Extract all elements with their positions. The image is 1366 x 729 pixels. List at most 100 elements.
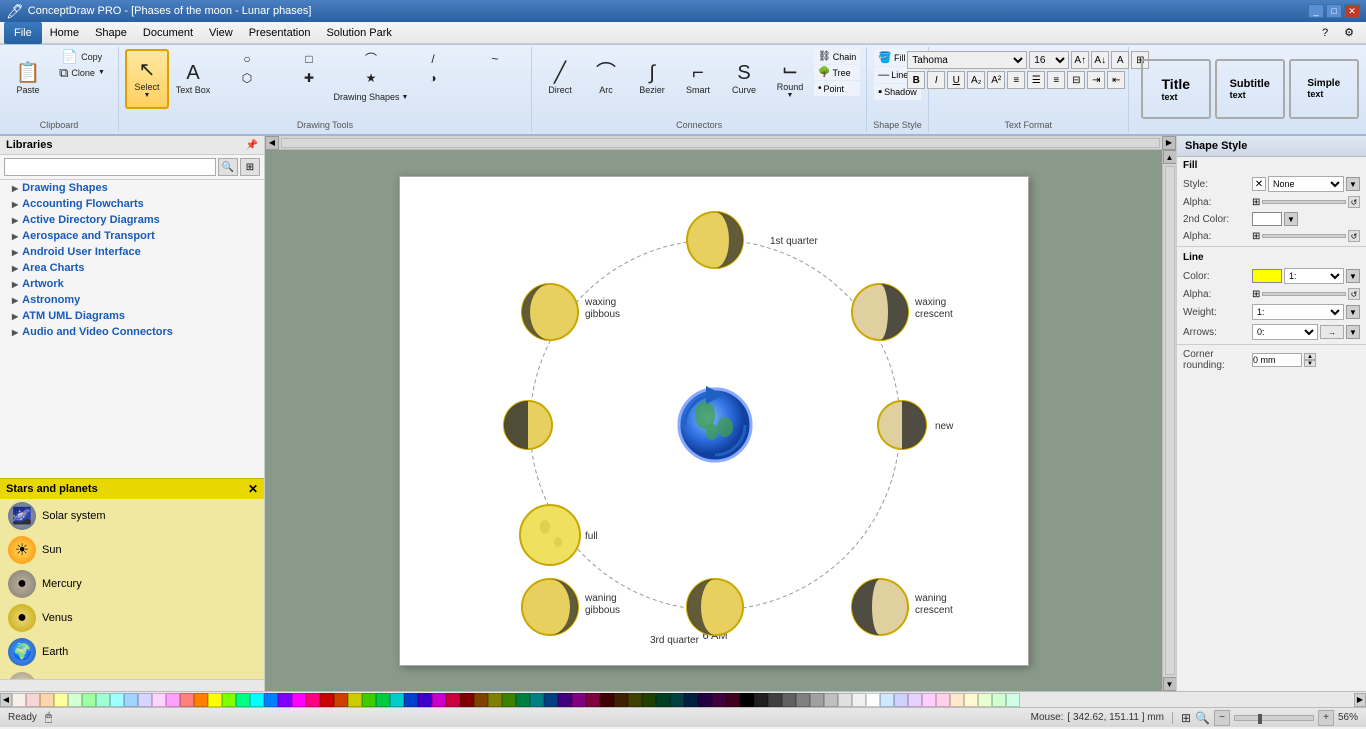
palette-color-swatch[interactable]: [656, 693, 670, 707]
palette-color-swatch[interactable]: [530, 693, 544, 707]
canvas-viewport[interactable]: 6 PM 6 AM 12 AM noon 1st quarter waxin: [265, 150, 1162, 691]
hscroll-track[interactable]: [281, 138, 1160, 148]
view-toggle-btn[interactable]: ⊞: [240, 158, 260, 176]
stars-panel-close[interactable]: ✕: [248, 482, 258, 496]
palette-color-swatch[interactable]: [474, 693, 488, 707]
palette-color-swatch[interactable]: [992, 693, 1006, 707]
palette-color-swatch[interactable]: [572, 693, 586, 707]
library-item-area[interactable]: ▶Area Charts: [0, 260, 264, 276]
outdent-btn[interactable]: ⇤: [1107, 71, 1125, 89]
palette-color-swatch[interactable]: [936, 693, 950, 707]
subtitle-style-btn[interactable]: Subtitle text: [1215, 59, 1285, 119]
palette-color-swatch[interactable]: [26, 693, 40, 707]
textbox-button[interactable]: A Text Box: [171, 49, 215, 109]
vscroll-track[interactable]: [1165, 166, 1175, 675]
curve-button[interactable]: S Curve: [722, 49, 766, 109]
palette-scroll-left[interactable]: ◀: [0, 693, 12, 707]
palette-color-swatch[interactable]: [40, 693, 54, 707]
tree-button[interactable]: 🌳 Tree: [814, 65, 860, 80]
palette-color-swatch[interactable]: [12, 693, 26, 707]
drawing-shapes-button[interactable]: Drawing Shapes ▼: [217, 88, 525, 106]
palette-color-swatch[interactable]: [306, 693, 320, 707]
diagram-paper[interactable]: 6 PM 6 AM 12 AM noon 1st quarter waxin: [399, 176, 1029, 666]
palette-color-swatch[interactable]: [796, 693, 810, 707]
palette-color-swatch[interactable]: [1006, 693, 1020, 707]
palette-color-swatch[interactable]: [516, 693, 530, 707]
canvas-hscroll[interactable]: ◀ ▶: [265, 136, 1176, 150]
arc-button[interactable]: ⌒ Arc: [584, 49, 628, 109]
arrows-select[interactable]: 0:: [1252, 324, 1318, 340]
line-color-select[interactable]: 1:: [1284, 268, 1344, 284]
palette-color-swatch[interactable]: [460, 693, 474, 707]
planet-item-moon[interactable]: 🌙 Moon: [0, 669, 264, 679]
palette-color-swatch[interactable]: [978, 693, 992, 707]
planet-item-solar[interactable]: 🌌 Solar system: [0, 499, 264, 533]
palette-color-swatch[interactable]: [782, 693, 796, 707]
weight-select[interactable]: 1:: [1252, 304, 1344, 320]
palette-color-swatch[interactable]: [278, 693, 292, 707]
italic-btn[interactable]: I: [927, 71, 945, 89]
alpha-slider[interactable]: [1262, 200, 1346, 204]
palette-color-swatch[interactable]: [712, 693, 726, 707]
vscroll[interactable]: ▲ ▼: [1162, 150, 1176, 691]
corner-input[interactable]: [1252, 353, 1302, 367]
planet-item-sun[interactable]: ☀ Sun: [0, 533, 264, 567]
palette-color-swatch[interactable]: [908, 693, 922, 707]
rect-tool[interactable]: □: [279, 49, 339, 68]
sidebar-hscroll[interactable]: [0, 679, 264, 691]
line-alpha-reset[interactable]: ↺: [1348, 288, 1360, 300]
close-btn[interactable]: ✕: [1344, 4, 1360, 18]
title-style-btn[interactable]: Title text: [1141, 59, 1211, 119]
freehand-tool[interactable]: ~: [465, 49, 525, 68]
palette-color-swatch[interactable]: [544, 693, 558, 707]
vscroll-up[interactable]: ▲: [1163, 150, 1177, 164]
library-item-astronomy[interactable]: ▶Astronomy: [0, 292, 264, 308]
library-item-android[interactable]: ▶Android User Interface: [0, 244, 264, 260]
zoom-out-btn[interactable]: −: [1214, 710, 1230, 726]
alpha2-slider[interactable]: [1262, 234, 1346, 238]
palette-color-swatch[interactable]: [698, 693, 712, 707]
planet-item-earth[interactable]: 🌍 Earth: [0, 635, 264, 669]
sidebar-pin[interactable]: 📌: [246, 140, 258, 151]
view-menu[interactable]: View: [201, 22, 241, 44]
simple-style-btn[interactable]: Simple text: [1289, 59, 1359, 119]
palette-color-swatch[interactable]: [922, 693, 936, 707]
line-color-dropdown[interactable]: ▼: [1346, 269, 1360, 283]
palette-color-swatch[interactable]: [54, 693, 68, 707]
bold-btn[interactable]: B: [907, 71, 925, 89]
palette-color-swatch[interactable]: [670, 693, 684, 707]
fit-icon[interactable]: ⊞: [1181, 711, 1191, 725]
palette-color-swatch[interactable]: [180, 693, 194, 707]
cross-tool[interactable]: ✚: [279, 70, 339, 86]
align-center-btn[interactable]: ☰: [1027, 71, 1045, 89]
polygon-tool[interactable]: ⬡: [217, 70, 277, 86]
search-button[interactable]: 🔍: [218, 158, 238, 176]
palette-color-swatch[interactable]: [404, 693, 418, 707]
palette-color-swatch[interactable]: [236, 693, 250, 707]
palette-color-swatch[interactable]: [376, 693, 390, 707]
font-family-select[interactable]: Tahoma: [907, 51, 1027, 69]
super-btn[interactable]: A²: [987, 71, 1005, 89]
palette-color-swatch[interactable]: [880, 693, 894, 707]
palette-color-swatch[interactable]: [838, 693, 852, 707]
library-item-artwork[interactable]: ▶Artwork: [0, 276, 264, 292]
library-item-activedir[interactable]: ▶Active Directory Diagrams: [0, 212, 264, 228]
palette-color-swatch[interactable]: [82, 693, 96, 707]
palette-color-swatch[interactable]: [852, 693, 866, 707]
weight-dropdown[interactable]: ▼: [1346, 305, 1360, 319]
palette-color-swatch[interactable]: [208, 693, 222, 707]
palette-color-swatch[interactable]: [754, 693, 768, 707]
library-item-aerospace[interactable]: ▶Aerospace and Transport: [0, 228, 264, 244]
zoom-in-btn[interactable]: +: [1318, 710, 1334, 726]
palette-color-swatch[interactable]: [488, 693, 502, 707]
palette-color-swatch[interactable]: [138, 693, 152, 707]
alpha-reset[interactable]: ↺: [1348, 196, 1360, 208]
presentation-menu[interactable]: Presentation: [241, 22, 319, 44]
line-color-swatch[interactable]: [1252, 269, 1282, 283]
palette-color-swatch[interactable]: [334, 693, 348, 707]
library-item-drawing-shapes[interactable]: ▶Drawing Shapes: [0, 180, 264, 196]
palette-color-swatch[interactable]: [824, 693, 838, 707]
document-menu[interactable]: Document: [135, 22, 201, 44]
arc-tool[interactable]: ⌒: [341, 49, 401, 68]
palette-color-swatch[interactable]: [320, 693, 334, 707]
